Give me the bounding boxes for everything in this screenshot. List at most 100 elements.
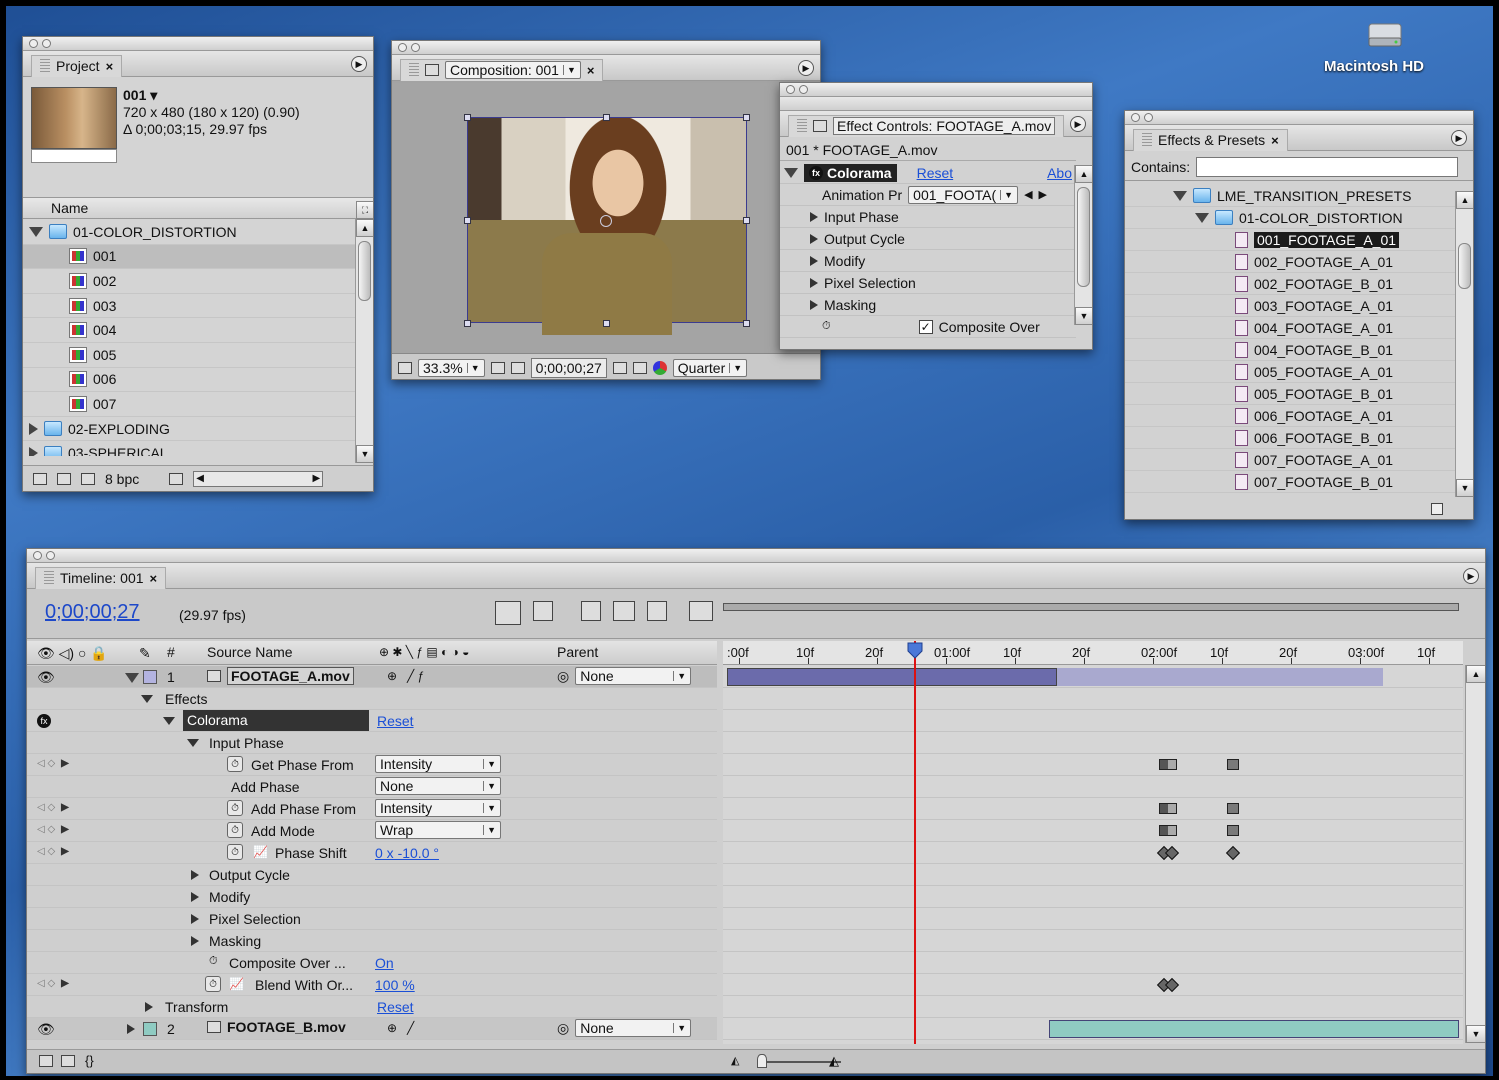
zoom-window-button[interactable] xyxy=(799,85,808,94)
scroll-up-button[interactable]: ▲ xyxy=(356,219,373,237)
keyframe-navigator[interactable]: ◁ ◇ ▶ xyxy=(37,758,69,769)
expand-triangle-icon[interactable] xyxy=(810,255,818,266)
presets-root-folder[interactable]: LME_TRANSITION_PRESETS xyxy=(1217,188,1412,204)
fx-icon[interactable]: fx xyxy=(809,165,823,180)
effect-group-row[interactable]: Modify xyxy=(780,250,1076,272)
graph-icon[interactable]: 📈 xyxy=(253,845,268,859)
keyframe-navigator[interactable]: ◁ ◇ ▶ xyxy=(37,978,69,989)
scroll-thumb[interactable] xyxy=(1458,243,1471,289)
zoom-window-button[interactable] xyxy=(46,551,55,560)
preset-item[interactable]: 002_FOOTAGE_B_01 xyxy=(1125,273,1455,295)
close-tab-icon[interactable]: × xyxy=(1271,133,1279,148)
column-header-name[interactable]: Name xyxy=(23,197,373,219)
safe-zones-icon[interactable] xyxy=(490,361,505,374)
scroll-up-button[interactable]: ▲ xyxy=(1075,165,1092,183)
visibility-eye-icon[interactable]: 👁 xyxy=(37,669,55,686)
resolution-dropdown[interactable]: Quarter ▼ xyxy=(672,358,748,377)
time-ruler[interactable]: :00f 10f 20f 01:00f 10f 20f 02:00f 10f 20f 03:00f… xyxy=(723,641,1463,665)
prop-colorama[interactable]: Colorama xyxy=(183,710,369,731)
expand-triangle-icon[interactable] xyxy=(810,211,818,222)
tab-effect-controls[interactable]: Effect Controls: FOOTAGE_A.mov xyxy=(788,114,1065,137)
project-comp-row[interactable]: 003 xyxy=(23,294,357,319)
blend-with-value[interactable]: 100 % xyxy=(375,977,415,993)
collapse-triangle-icon[interactable] xyxy=(29,226,43,237)
hold-keyframe[interactable] xyxy=(1227,825,1239,836)
item-name[interactable]: 001 ▾ xyxy=(123,87,300,104)
composition-dropdown[interactable]: Composition: 001 ▼ xyxy=(445,61,581,79)
project-comp-row[interactable]: 007 xyxy=(23,392,357,417)
close-tab-icon[interactable]: × xyxy=(587,63,595,78)
layer-row-1[interactable]: 👁 1 FOOTAGE_A.mov ⊕ ╱ ƒ ◎ None ▼ xyxy=(27,666,717,688)
prop-output-cycle[interactable]: Output Cycle xyxy=(209,867,290,883)
project-folder-row[interactable]: 02-EXPLODING xyxy=(23,417,357,442)
layer-1-duration-tail[interactable] xyxy=(1053,668,1383,686)
comp-mini-flowchart-icon[interactable] xyxy=(495,601,521,625)
effect-group-row[interactable]: Pixel Selection xyxy=(780,272,1076,294)
project-scrollbar[interactable]: ⛶ ▲ ▼ xyxy=(355,201,373,463)
add-phase-from-dropdown[interactable]: Intensity ▼ xyxy=(375,799,501,817)
effect-group-row[interactable]: Output Cycle xyxy=(780,228,1076,250)
expand-triangle-icon[interactable] xyxy=(810,277,818,288)
phase-shift-value[interactable]: 0 x -10.0 ° xyxy=(375,845,439,861)
project-folder-row[interactable]: 03-SPHERICAL xyxy=(23,441,357,456)
expand-triangle-icon[interactable] xyxy=(29,447,38,456)
effect-controls-scrollbar[interactable]: ▲ ▼ xyxy=(1074,165,1092,325)
preset-item[interactable]: 007_FOOTAGE_B_01 xyxy=(1125,471,1455,493)
prop-modify[interactable]: Modify xyxy=(209,889,250,905)
zoom-slider-thumb[interactable] xyxy=(757,1054,767,1068)
preset-item[interactable]: 002_FOOTAGE_A_01 xyxy=(1125,251,1455,273)
get-phase-from-dropdown[interactable]: Intensity ▼ xyxy=(375,755,501,773)
layer-handle[interactable] xyxy=(603,320,610,327)
reset-link[interactable]: Reset xyxy=(917,165,954,181)
composite-over-value[interactable]: On xyxy=(375,955,394,971)
preset-item[interactable]: 006_FOOTAGE_A_01 xyxy=(1125,405,1455,427)
hold-keyframe[interactable] xyxy=(1159,759,1177,770)
pick-whip-icon[interactable]: ◎ xyxy=(557,1020,569,1037)
new-preset-icon[interactable] xyxy=(1431,503,1443,515)
collapse-triangle-icon[interactable] xyxy=(784,167,798,178)
presets-scrollbar[interactable]: ▲ ▼ xyxy=(1455,191,1473,497)
prop-effects[interactable]: Effects xyxy=(165,691,208,707)
expand-triangle-icon[interactable] xyxy=(127,1024,135,1034)
close-tab-icon[interactable]: × xyxy=(106,59,114,74)
expand-triangle-icon[interactable] xyxy=(810,233,818,244)
close-tab-icon[interactable]: × xyxy=(150,571,158,586)
lock-icon[interactable] xyxy=(813,120,827,132)
panel-menu-icon[interactable]: ▶ xyxy=(351,56,367,72)
scroll-down-button[interactable]: ▼ xyxy=(1466,1025,1485,1043)
colorama-reset-link[interactable]: Reset xyxy=(377,713,414,729)
preset-item[interactable]: 005_FOOTAGE_B_01 xyxy=(1125,383,1455,405)
zoom-window-button[interactable] xyxy=(411,43,420,52)
expand-triangle-icon[interactable] xyxy=(29,422,38,435)
label-color-swatch[interactable] xyxy=(143,670,157,684)
mask-view-icon[interactable] xyxy=(510,361,525,374)
keyframe-navigator[interactable]: ◁ ◇ ▶ xyxy=(37,824,69,835)
scroll-up-button[interactable]: ▲ xyxy=(1456,191,1473,209)
horizontal-scrollbar[interactable]: ◀ ▶ xyxy=(193,470,324,487)
scroll-right-button[interactable]: ▶ xyxy=(313,473,321,484)
channels-icon[interactable] xyxy=(652,360,667,375)
collapse-triangle-icon[interactable] xyxy=(187,739,199,747)
transform-reset-link[interactable]: Reset xyxy=(377,999,414,1015)
grip-icon[interactable] xyxy=(40,59,50,73)
close-window-button[interactable] xyxy=(1131,113,1140,122)
expand-triangle-icon[interactable] xyxy=(1195,212,1209,223)
stopwatch-icon[interactable]: ⏱ xyxy=(227,822,243,838)
anchor-point-icon[interactable] xyxy=(600,215,612,227)
grip-icon[interactable] xyxy=(409,63,419,77)
zoom-in-icon[interactable]: ◭ xyxy=(829,1053,839,1069)
preset-item[interactable]: 001_FOOTAGE_A_01 xyxy=(1125,229,1455,251)
find-icon[interactable] xyxy=(33,472,47,485)
stopwatch-icon[interactable]: ⏱ xyxy=(205,976,221,992)
new-comp-icon[interactable] xyxy=(81,472,95,485)
snapshot-icon[interactable] xyxy=(612,361,627,374)
zoom-window-button[interactable] xyxy=(1144,113,1153,122)
layer-name[interactable]: FOOTAGE_A.mov xyxy=(227,667,354,685)
panel-menu-icon[interactable]: ▶ xyxy=(798,60,814,76)
prop-input-phase[interactable]: Input Phase xyxy=(209,735,284,751)
zoom-out-icon[interactable]: ◭ xyxy=(731,1054,739,1067)
layer-switches[interactable]: ⊕ ╱ xyxy=(387,1021,414,1035)
timeline-scrollbar[interactable]: ▲ ▼ xyxy=(1465,665,1485,1043)
new-folder-icon[interactable] xyxy=(57,472,71,485)
composition-viewer[interactable] xyxy=(392,83,820,353)
